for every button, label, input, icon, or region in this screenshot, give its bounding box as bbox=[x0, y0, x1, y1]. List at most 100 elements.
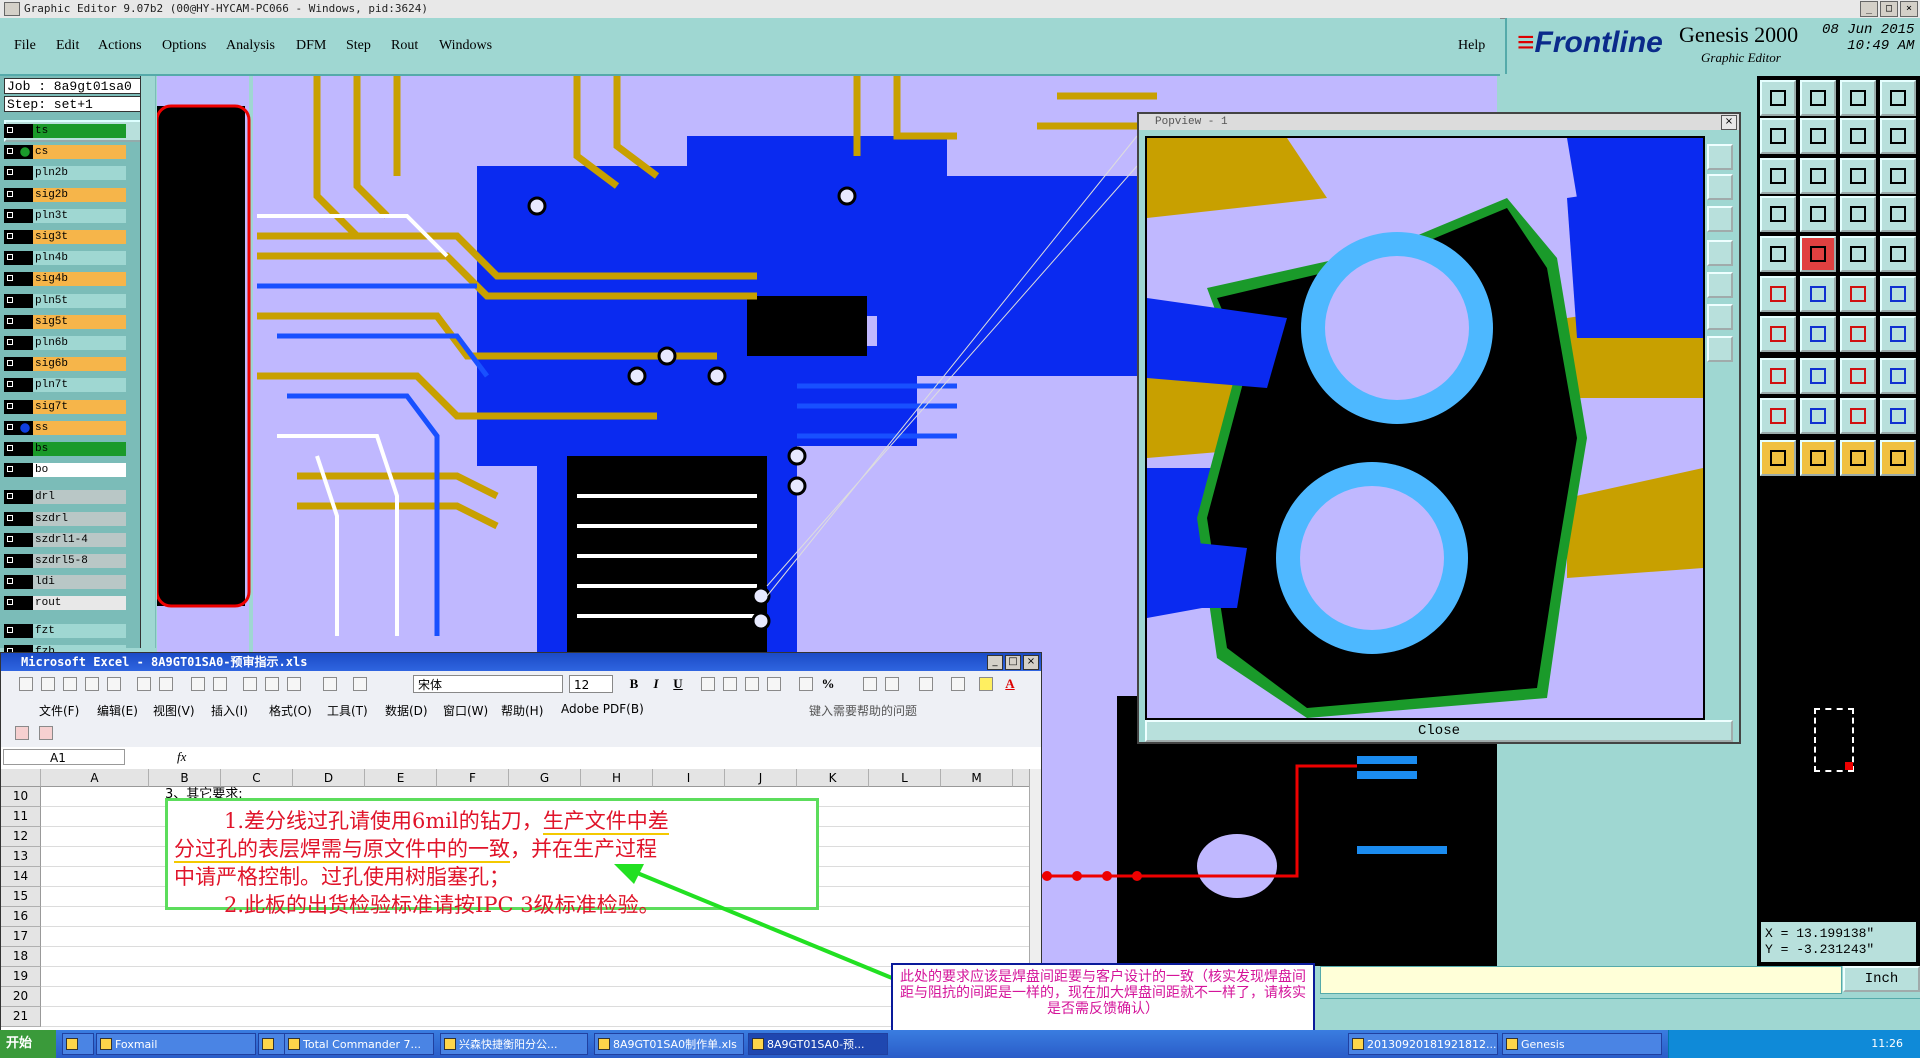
layer-row[interactable]: pln3t bbox=[4, 208, 126, 223]
layer-name[interactable]: cs bbox=[32, 145, 126, 160]
layer-row[interactable]: pln4b bbox=[4, 251, 126, 266]
popview-tool-icon[interactable] bbox=[1707, 206, 1733, 232]
maximize-button[interactable]: □ bbox=[1880, 1, 1898, 17]
layer-affected-indicator[interactable] bbox=[18, 623, 32, 638]
layer-name[interactable]: sig5t bbox=[32, 314, 126, 329]
layer-name[interactable]: sig7t bbox=[32, 399, 126, 414]
layer-row[interactable]: fzt bbox=[4, 623, 126, 638]
layer-name[interactable]: rout bbox=[32, 596, 126, 611]
layer-name[interactable]: drl bbox=[32, 490, 126, 505]
layer-affected-indicator[interactable] bbox=[18, 463, 32, 478]
layer-name[interactable]: ldi bbox=[32, 575, 126, 590]
add-line-alt-icon[interactable] bbox=[1800, 316, 1836, 352]
layer-checkbox[interactable] bbox=[4, 293, 18, 308]
layer-affected-indicator[interactable] bbox=[18, 166, 32, 181]
pad-icon[interactable] bbox=[1880, 398, 1916, 434]
layer-row[interactable]: rout bbox=[4, 596, 126, 611]
format-painter-icon[interactable] bbox=[323, 677, 337, 691]
view-left-icon[interactable] bbox=[1760, 118, 1796, 154]
column-header[interactable]: F bbox=[437, 769, 509, 787]
font-color-button[interactable]: A bbox=[1001, 675, 1019, 693]
row-header[interactable]: 18 bbox=[1, 947, 41, 967]
undo-icon[interactable] bbox=[1840, 316, 1876, 352]
layer-affected-indicator[interactable] bbox=[18, 532, 32, 547]
print-icon[interactable] bbox=[137, 677, 151, 691]
transform-icon[interactable] bbox=[1880, 358, 1916, 394]
menu-windows[interactable]: Windows bbox=[439, 38, 492, 54]
excel-menu-format[interactable]: 格式(O) bbox=[269, 702, 312, 719]
layer-checkbox[interactable] bbox=[4, 166, 18, 181]
popview-canvas[interactable] bbox=[1145, 136, 1705, 720]
currency-icon[interactable] bbox=[799, 677, 813, 691]
row-header[interactable]: 12 bbox=[1, 827, 41, 847]
copy-icon[interactable] bbox=[1760, 358, 1796, 394]
row-header[interactable]: 21 bbox=[1, 1007, 41, 1027]
layer-affected-indicator[interactable] bbox=[18, 314, 32, 329]
minimize-button[interactable]: _ bbox=[1860, 1, 1878, 17]
layer-affected-indicator[interactable] bbox=[18, 399, 32, 414]
layer-name[interactable]: sig4b bbox=[32, 272, 126, 287]
layer-row[interactable]: pln7t bbox=[4, 378, 126, 393]
excel-menu-window[interactable]: 窗口(W) bbox=[443, 702, 488, 719]
arc-icon[interactable] bbox=[1840, 398, 1876, 434]
layer-checkbox[interactable] bbox=[4, 187, 18, 202]
excel-close-button[interactable]: × bbox=[1023, 655, 1039, 670]
decrease-decimal-icon[interactable] bbox=[885, 677, 899, 691]
row-header[interactable]: 10 bbox=[1, 787, 41, 807]
layer-name[interactable]: ss bbox=[32, 420, 126, 435]
borders-icon[interactable] bbox=[951, 677, 965, 691]
layer-row[interactable]: sig5t bbox=[4, 314, 126, 329]
research-icon[interactable] bbox=[213, 677, 227, 691]
excel-menu-insert[interactable]: 插入(I) bbox=[211, 702, 248, 719]
line-icon[interactable] bbox=[1840, 236, 1876, 272]
layer-affected-indicator[interactable] bbox=[18, 272, 32, 287]
indent-icon[interactable] bbox=[919, 677, 933, 691]
layer-checkbox[interactable] bbox=[4, 336, 18, 350]
popview-tool-icon[interactable] bbox=[1707, 336, 1733, 362]
layer-affected-indicator[interactable] bbox=[18, 145, 32, 160]
popview-tool-icon[interactable] bbox=[1707, 304, 1733, 330]
layer-affected-indicator[interactable] bbox=[18, 442, 32, 456]
email-icon[interactable] bbox=[107, 677, 121, 691]
menu-options[interactable]: Options bbox=[162, 38, 206, 54]
layer-name[interactable]: pln3t bbox=[32, 208, 126, 223]
exit-icon[interactable] bbox=[1880, 80, 1916, 116]
excel-menu-help[interactable]: 帮助(H) bbox=[501, 702, 543, 719]
layer-name[interactable]: szdrl5-8 bbox=[32, 554, 126, 568]
excel-menu-view[interactable]: 视图(V) bbox=[153, 702, 195, 719]
layer-affected-indicator[interactable] bbox=[18, 575, 32, 590]
layer-checkbox[interactable] bbox=[4, 420, 18, 435]
cross-icon[interactable] bbox=[1800, 276, 1836, 312]
layer-affected-indicator[interactable] bbox=[18, 420, 32, 435]
start-button[interactable]: 开始 bbox=[0, 1030, 56, 1058]
font-select[interactable]: 宋体 bbox=[413, 675, 563, 693]
layer-affected-indicator[interactable] bbox=[18, 187, 32, 202]
layer-row[interactable]: bs bbox=[4, 442, 126, 456]
close-button[interactable]: × bbox=[1900, 1, 1918, 17]
layer-checkbox[interactable] bbox=[4, 490, 18, 505]
layer-row[interactable]: bo bbox=[4, 463, 126, 478]
polygon-icon[interactable] bbox=[1760, 398, 1796, 434]
layer-scrollbar[interactable] bbox=[140, 76, 155, 648]
convert-pdf-email-icon[interactable] bbox=[39, 726, 53, 740]
open-job-icon[interactable] bbox=[1760, 80, 1796, 116]
rotate-icon[interactable] bbox=[1840, 118, 1876, 154]
zoom-area-icon[interactable] bbox=[1800, 158, 1836, 194]
column-header[interactable]: D bbox=[293, 769, 365, 787]
fill-color-icon[interactable] bbox=[979, 677, 993, 691]
layer-checkbox[interactable] bbox=[4, 596, 18, 611]
font-size-select[interactable]: 12 bbox=[569, 675, 613, 693]
layer-name[interactable]: sig2b bbox=[32, 187, 126, 202]
layer-row[interactable]: ts bbox=[4, 124, 126, 138]
spot-icon[interactable] bbox=[1880, 276, 1916, 312]
layer-checkbox[interactable] bbox=[4, 145, 18, 160]
layer-affected-indicator[interactable] bbox=[18, 511, 32, 526]
cut-icon[interactable] bbox=[243, 677, 257, 691]
layer-name[interactable]: szdrl1-4 bbox=[32, 532, 126, 547]
spelling-icon[interactable] bbox=[191, 677, 205, 691]
layer-row[interactable]: sig7t bbox=[4, 399, 126, 414]
merge-center-icon[interactable] bbox=[767, 677, 781, 691]
triangle-icon[interactable] bbox=[1800, 398, 1836, 434]
layer-affected-indicator[interactable] bbox=[18, 357, 32, 372]
excel-menu-tools[interactable]: 工具(T) bbox=[327, 702, 368, 719]
